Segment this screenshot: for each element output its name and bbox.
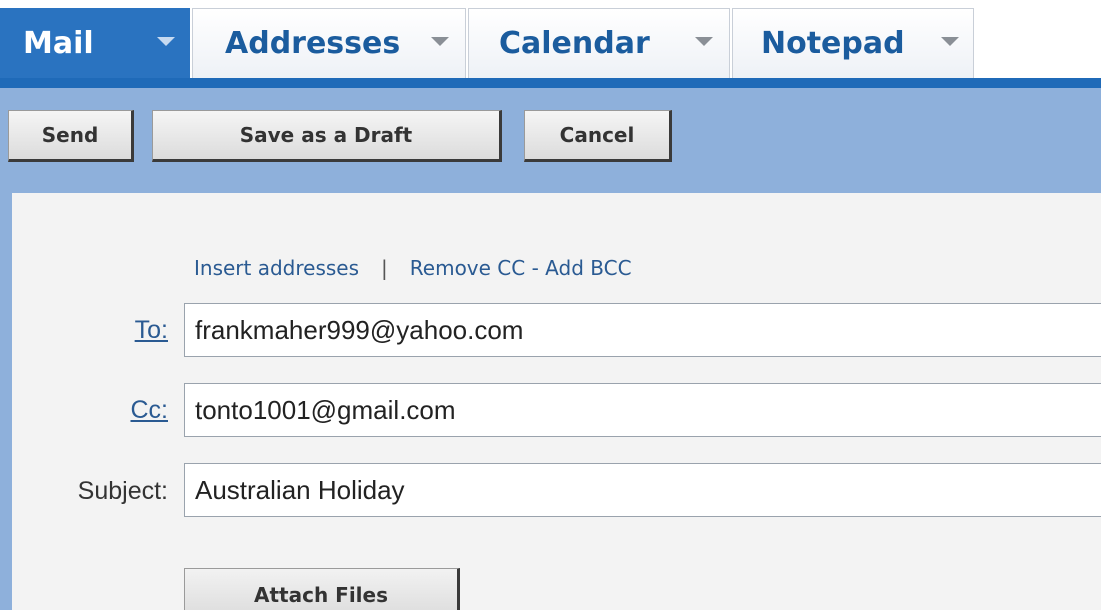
chevron-down-icon[interactable] (941, 37, 959, 46)
tab-addresses-label: Addresses (225, 26, 401, 61)
chevron-down-icon[interactable] (157, 37, 175, 46)
tab-calendar-label: Calendar (499, 26, 650, 61)
tab-mail-label: Mail (23, 26, 94, 61)
tab-notepad[interactable]: Notepad (732, 8, 974, 78)
tab-bar: Mail Addresses Calendar Notepad (0, 0, 1101, 88)
address-links: Insert addresses | Remove CC - Add BCC (194, 256, 632, 280)
save-draft-button[interactable]: Save as a Draft (152, 110, 502, 162)
mail-compose-window: Mail Addresses Calendar Notepad Send Sav… (0, 0, 1101, 610)
tab-notepad-label: Notepad (761, 26, 905, 61)
chevron-down-icon[interactable] (431, 37, 449, 46)
tab-addresses[interactable]: Addresses (192, 8, 466, 78)
subject-label: Subject: (77, 477, 168, 505)
to-field[interactable] (184, 303, 1101, 357)
chevron-down-icon[interactable] (695, 37, 713, 46)
cc-bcc-link[interactable]: Remove CC - Add BCC (410, 256, 632, 280)
tab-calendar[interactable]: Calendar (468, 8, 730, 78)
cancel-button[interactable]: Cancel (524, 110, 672, 162)
subject-field[interactable] (184, 463, 1101, 517)
to-label[interactable]: To: (0, 316, 168, 345)
cc-label[interactable]: Cc: (0, 396, 169, 425)
attach-files-button[interactable]: Attach Files (184, 568, 460, 610)
tab-bar-underline (0, 78, 1101, 88)
link-separator: | (381, 256, 388, 280)
tab-mail[interactable]: Mail (0, 8, 190, 78)
insert-addresses-link[interactable]: Insert addresses (194, 256, 359, 280)
send-button[interactable]: Send (8, 110, 134, 162)
compose-toolbar: Send Save as a Draft Cancel (0, 88, 1101, 193)
cc-field[interactable] (184, 383, 1101, 437)
